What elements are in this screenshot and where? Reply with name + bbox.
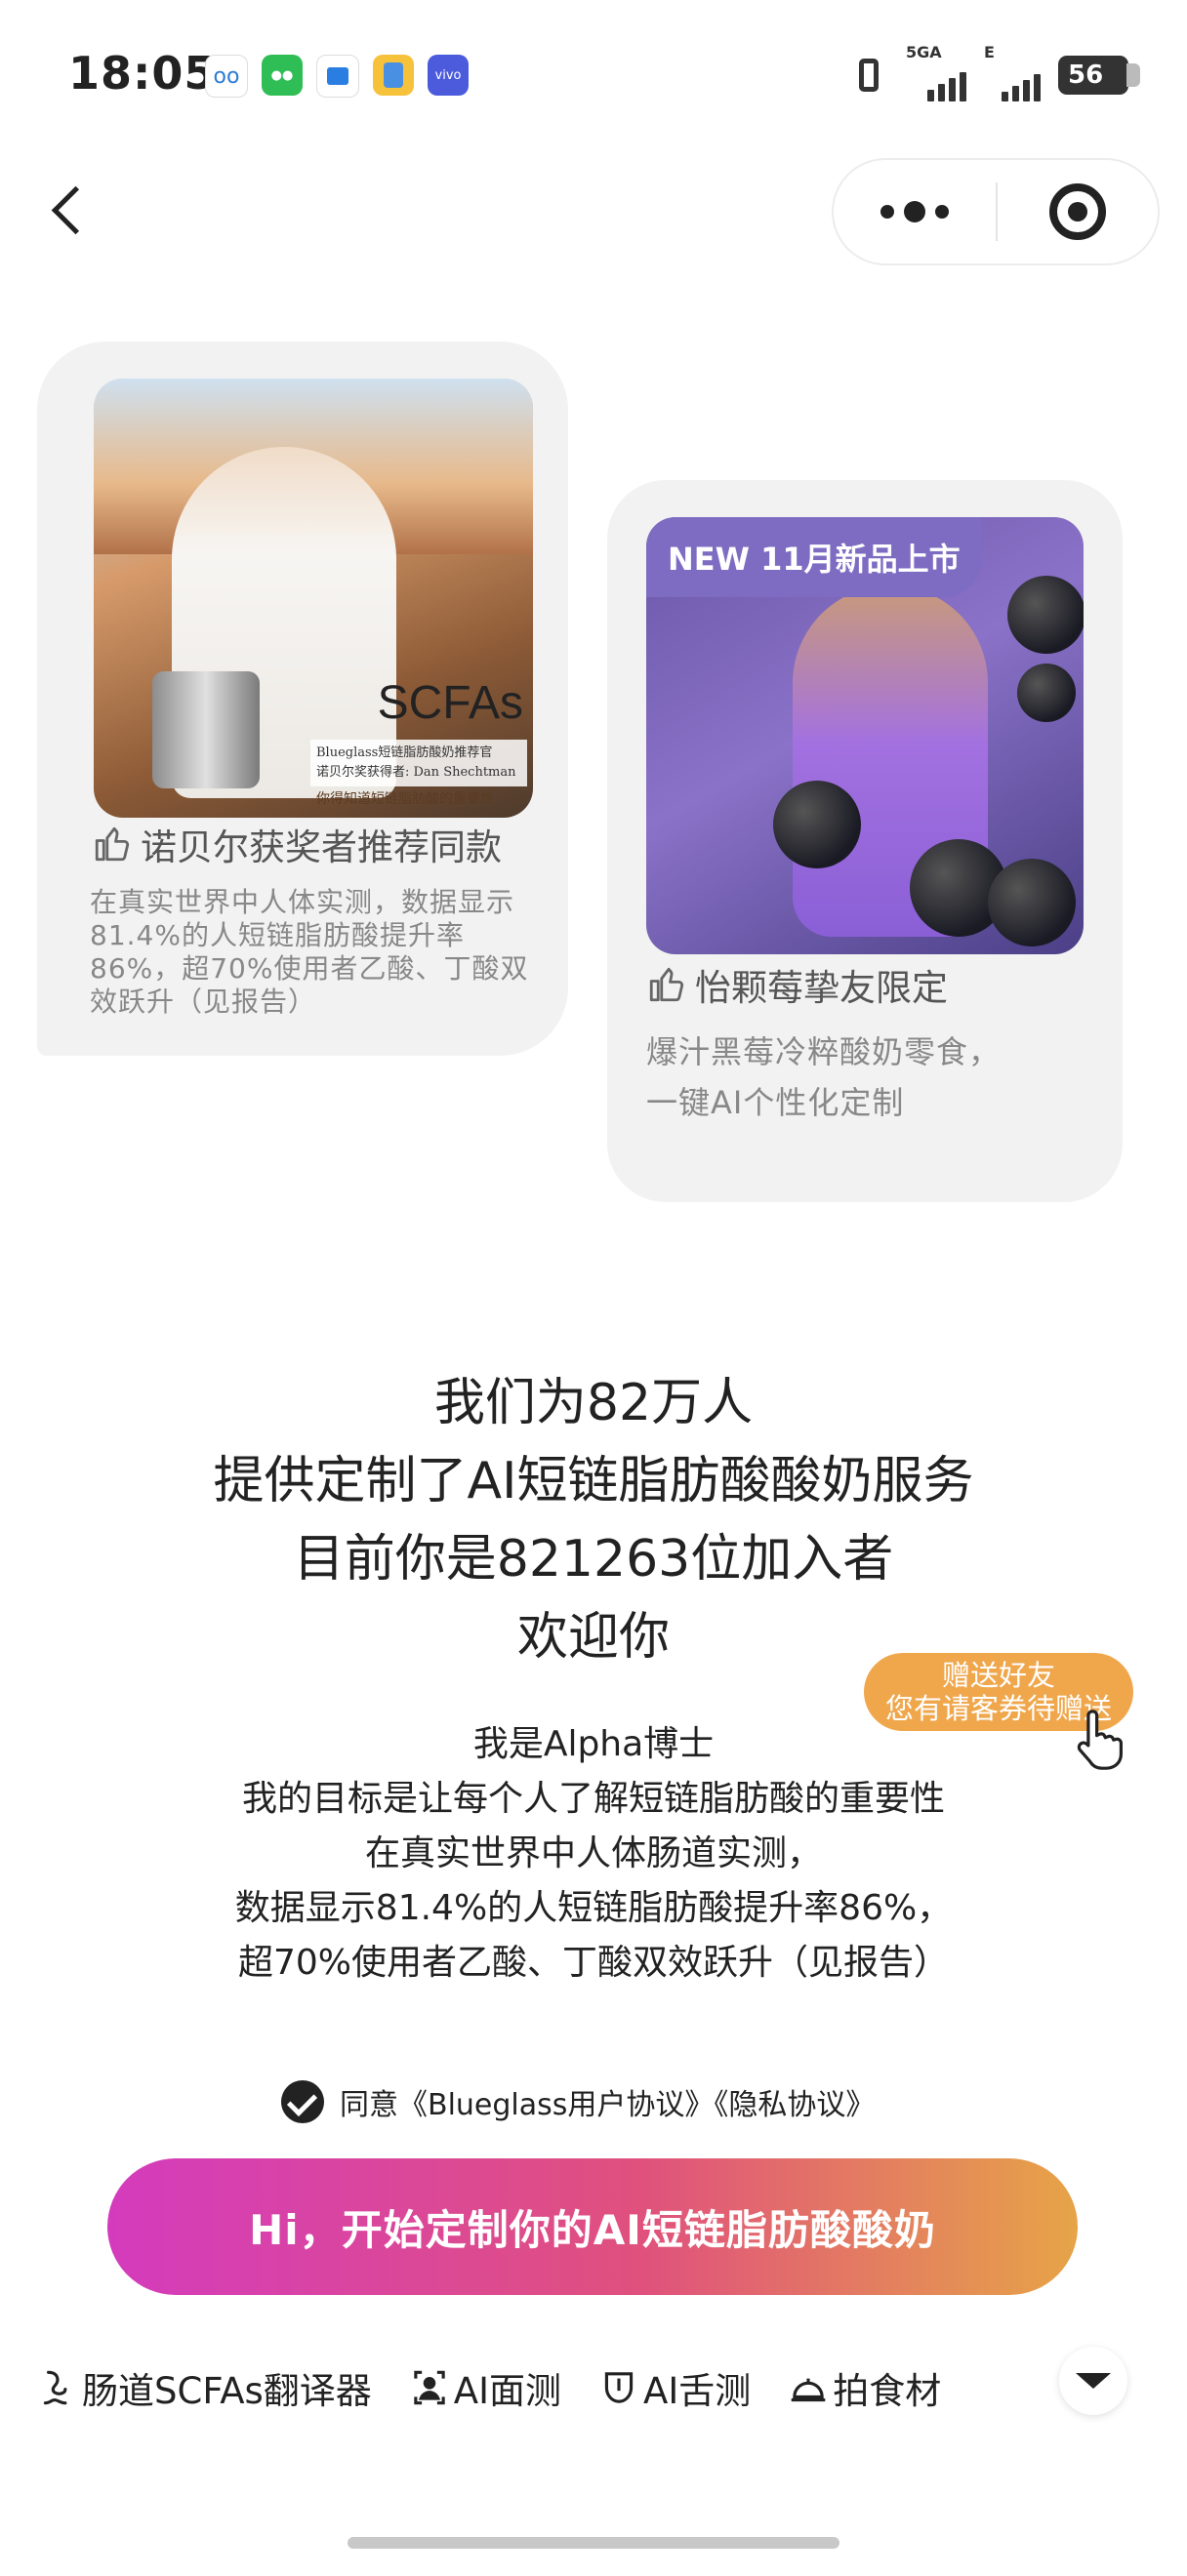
desc-line: 在真实世界中人体实测，数据显示 (90, 886, 515, 918)
headline-line: 目前你是821263位加入者 (293, 1530, 894, 1589)
card-title-text: 诺贝尔获奖者推荐同款 (141, 826, 502, 868)
status-bar: 18:05 oo ●● vivo 5GA E 56 (0, 0, 1187, 146)
nav-label: AI面测 (453, 2370, 562, 2412)
desc-line: 爆汁黑莓冷粹酸奶零食， (646, 1033, 1002, 1070)
intro-line: 在真实世界中人体肠道实测， (364, 1833, 822, 1873)
intro-line: 我是Alpha博士 (472, 1724, 715, 1764)
vibrate-icon (849, 57, 888, 94)
nav-item-ai-tongue[interactable]: AI舌测 (600, 2361, 751, 2414)
nav-item-photo-food[interactable]: 拍食材 (790, 2361, 941, 2414)
files-icon (373, 55, 414, 96)
image-caption-line-2: 诺贝尔奖获得者: Dan Shechtman (316, 765, 516, 780)
miniapp-capsule (832, 158, 1160, 265)
feature-nav: 肠道SCFAs翻译器 AI面测 AI舌测 拍食材 (39, 2354, 941, 2422)
target-close-icon[interactable] (998, 160, 1158, 263)
signal-e-icon: E (984, 43, 1041, 101)
card-image-product: NEW 11月新品上市 (646, 517, 1084, 954)
battery-icon: 56 (1058, 56, 1140, 95)
intro-line: 我的目标是让每个人了解短链脂肪酸的重要性 (241, 1779, 945, 1819)
nav-item-gut-translator[interactable]: 肠道SCFAs翻译器 (39, 2361, 372, 2414)
card-description: 爆汁黑莓冷粹酸奶零食， 一键AI个性化定制 (646, 1026, 1095, 1128)
headline-line: 我们为82万人 (433, 1374, 754, 1432)
welcome-headline: 我们为82万人 提供定制了AI短链脂肪酸酸奶服务 目前你是821263位加入者 … (0, 1364, 1187, 1676)
card-title: 怡颗莓挚友限定 (646, 958, 948, 1011)
voicemail-icon: oo (205, 55, 248, 98)
network-label-2: E (984, 43, 995, 61)
start-customize-button[interactable]: Hi，开始定制你的AI短链脂肪酸酸奶 (107, 2158, 1078, 2295)
desc-line: 86%，超70%使用者乙酸、丁酸双 (90, 952, 529, 985)
wechat-icon: ●● (262, 55, 303, 96)
card-title-text: 怡颗莓挚友限定 (695, 967, 948, 1009)
intro-text: 我是Alpha博士 我的目标是让每个人了解短链脂肪酸的重要性 在真实世界中人体肠… (0, 1717, 1187, 1991)
battery-level: 56 (1068, 60, 1104, 90)
thumbs-up-icon (646, 964, 687, 1005)
tongue-icon (600, 2366, 637, 2409)
agreement-text[interactable]: 同意《Blueglass用户协议》《隐私协议》 (340, 2080, 875, 2123)
back-chevron-icon[interactable] (39, 176, 98, 244)
app-icon (316, 55, 359, 98)
image-caption: Blueglass短链脂肪酸奶推荐官 诺贝尔奖获得者: Dan Shechtma… (310, 740, 527, 786)
desc-line: 一键AI个性化定制 (646, 1084, 905, 1121)
nav-label: 肠道SCFAs翻译器 (82, 2370, 372, 2412)
card-nobel-recommend[interactable]: SCFAs Blueglass短链脂肪酸奶推荐官 诺贝尔奖获得者: Dan Sh… (37, 342, 568, 1056)
card-description: 在真实世界中人体实测，数据显示 81.4%的人短链脂肪酸提升率 86%，超70%… (90, 886, 539, 1019)
system-indicators: 5GA E 56 (849, 43, 1140, 101)
nav-item-ai-face[interactable]: AI面测 (411, 2361, 561, 2414)
face-scan-icon (411, 2366, 448, 2409)
new-product-tag: NEW 11月新品上市 (646, 517, 982, 597)
card-blackberry-limited[interactable]: NEW 11月新品上市 怡颗莓挚友限定 爆汁黑莓冷粹酸奶零食， 一键AI个性化定… (607, 480, 1123, 1202)
gift-line-1: 赠送好友 (941, 1659, 1055, 1692)
desc-line: 81.4%的人短链脂肪酸提升率 (90, 919, 465, 951)
status-time: 18:05 (68, 47, 217, 100)
nav-label: 拍食材 (833, 2370, 942, 2412)
nav-label: AI舌测 (643, 2370, 752, 2412)
image-caption-line-1: Blueglass短链脂肪酸奶推荐官 (316, 745, 493, 760)
signal-5ga-icon: 5GA (906, 43, 966, 101)
card-title: 诺贝尔获奖者推荐同款 (92, 818, 502, 870)
intro-line: 数据显示81.4%的人短链脂肪酸提升率86%， (234, 1888, 953, 1928)
food-cover-icon (790, 2366, 827, 2409)
agree-checkbox[interactable] (281, 2080, 324, 2123)
network-label: 5GA (906, 43, 942, 61)
card-image-nobel: SCFAs Blueglass短链脂肪酸奶推荐官 诺贝尔奖获得者: Dan Sh… (94, 379, 533, 818)
image-caption-line-3: 你得知道短链脂肪酸的重要性 (316, 791, 494, 807)
expand-more-button[interactable] (1059, 2347, 1127, 2415)
intro-line: 超70%使用者乙酸、丁酸双效跃升（见报告） (237, 1943, 950, 1983)
vivo-icon: vivo (428, 55, 469, 96)
headline-line: 提供定制了AI短链脂肪酸酸奶服务 (213, 1452, 974, 1510)
thumbs-up-icon (92, 824, 133, 865)
home-indicator[interactable] (348, 2537, 839, 2549)
triangle-down-icon (1076, 2373, 1111, 2389)
image-scfas-text: SCFAs (377, 677, 523, 729)
more-dots-icon[interactable] (834, 160, 996, 263)
gut-icon (39, 2366, 76, 2409)
notification-icons: oo ●● vivo (205, 55, 469, 98)
agreement-row[interactable]: 同意《Blueglass用户协议》《隐私协议》 (281, 2080, 875, 2123)
desc-line: 效跃升（见报告） (90, 986, 317, 1018)
